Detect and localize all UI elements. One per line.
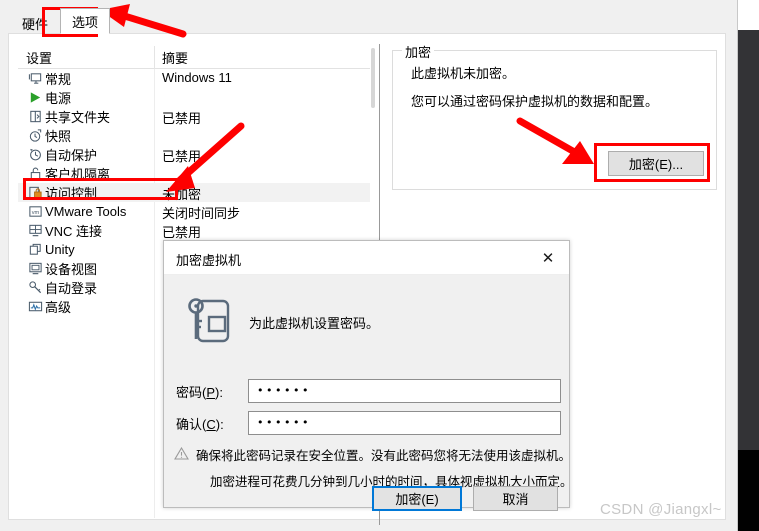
unity-icon: [25, 242, 45, 258]
monitor-icon: [28, 73, 41, 84]
settings-row-label: 快照: [45, 129, 72, 144]
dialog-body: 为此虚拟机设置密码。 密码(P): •••••• 确认(C): •••••• 确…: [164, 275, 573, 511]
screenshot-root: 硬件 选项 设置 摘要 常规 Windows 11 电源 共享文件夹 已禁用 快照 自动保护…: [0, 0, 759, 531]
desktop-dark-strip: [738, 30, 759, 450]
device-view-icon: [28, 262, 42, 275]
settings-row-9[interactable]: VNC 连接 已禁用: [18, 221, 376, 240]
settings-row-8[interactable]: vm VMware Tools 关闭时间同步: [18, 202, 376, 221]
vm-tools-icon: vm: [28, 206, 42, 217]
monitor-icon: [25, 71, 45, 87]
settings-row-7[interactable]: 访问控制 未加密: [18, 183, 376, 202]
settings-row-label: 设备视图: [45, 262, 98, 277]
desktop-black-strip: [738, 450, 759, 531]
settings-row-label: 常规: [45, 72, 72, 87]
warning-line-1: 确保将此密码记录在安全位置。没有此密码您将无法使用该虚拟机。: [196, 449, 572, 463]
settings-row-summary: 已禁用: [162, 111, 202, 126]
advanced-icon: [25, 299, 45, 315]
folder-share-icon: [29, 110, 41, 123]
password-input[interactable]: ••••••: [248, 379, 561, 403]
settings-row-summary: 关闭时间同步: [162, 206, 241, 221]
encryption-description-text: 您可以通过密码保护虚拟机的数据和配置。: [411, 94, 659, 109]
password-label: 密码(P):: [176, 385, 223, 400]
clock-back-icon: [25, 147, 45, 163]
confirm-label: 确认(C):: [176, 417, 224, 432]
auto-login-icon: [25, 280, 45, 296]
tab-hardware[interactable]: 硬件: [10, 11, 61, 34]
settings-tabstrip: 硬件 选项: [10, 8, 111, 34]
settings-row-label: 高级: [45, 300, 72, 315]
dialog-lead-text: 为此虚拟机设置密码。: [249, 316, 380, 331]
encrypt-button[interactable]: 加密(E)...: [608, 151, 704, 176]
confirm-password-input[interactable]: ••••••: [248, 411, 561, 435]
settings-row-3[interactable]: 共享文件夹 已禁用: [18, 107, 376, 126]
encryption-legend: 加密: [402, 42, 435, 61]
access-lock-icon: [28, 186, 42, 199]
settings-row-summary: Windows 11: [162, 70, 232, 85]
dialog-encrypt-button[interactable]: 加密(E): [372, 486, 462, 511]
column-header-settings: 设置: [26, 51, 53, 66]
lock-open-icon: [30, 167, 40, 180]
key-vm-icon: [188, 298, 230, 343]
unity-icon: [29, 243, 41, 255]
settings-row-label: 自动登录: [45, 281, 98, 296]
column-header-summary: 摘要: [162, 51, 189, 66]
warning-triangle-icon: [174, 447, 189, 460]
confirm-field-row: 确认(C): ••••••: [176, 411, 561, 435]
encrypt-vm-dialog: 加密虚拟机 ✕ 为此虚拟机设置密码。 密码(P): •••••• 确认(C): …: [163, 240, 573, 511]
vnc-icon: [25, 223, 45, 239]
close-icon[interactable]: ✕: [527, 241, 569, 274]
vm-tools-icon: vm: [25, 204, 45, 220]
password-field-row: 密码(P): ••••••: [176, 379, 561, 403]
folder-share-icon: [25, 109, 45, 125]
settings-row-summary: 已禁用: [162, 225, 202, 240]
settings-list-header: 设置 摘要: [18, 46, 376, 69]
advanced-icon: [28, 301, 42, 312]
dialog-cancel-button[interactable]: 取消: [473, 486, 558, 511]
tab-options[interactable]: 选项: [60, 8, 111, 34]
csdn-watermark: CSDN @Jiangxl~: [600, 501, 722, 518]
auto-login-icon: [28, 281, 41, 294]
settings-row-label: 自动保护: [45, 148, 98, 163]
settings-row-label: 客户机隔离: [45, 167, 111, 182]
settings-row-label: VMware Tools: [45, 204, 127, 219]
settings-row-5[interactable]: 自动保护 已禁用: [18, 145, 376, 164]
device-view-icon: [25, 261, 45, 277]
play-triangle-icon: [30, 92, 40, 103]
encryption-groupbox: 加密 此虚拟机未加密。 您可以通过密码保护虚拟机的数据和配置。 加密(E)...: [392, 42, 717, 190]
settings-row-6[interactable]: 客户机隔离: [18, 164, 376, 183]
settings-row-label: 访问控制: [45, 186, 98, 201]
settings-row-summary: 已禁用: [162, 149, 202, 164]
dialog-title: 加密虚拟机: [176, 253, 242, 268]
settings-row-label: 电源: [45, 91, 72, 106]
settings-row-label: 共享文件夹: [45, 110, 111, 125]
lock-open-icon: [25, 166, 45, 182]
camera-clock-icon: [25, 128, 45, 144]
clock-back-icon: [29, 148, 41, 161]
settings-row-summary: 未加密: [162, 187, 202, 202]
dialog-titlebar: 加密虚拟机 ✕: [164, 241, 569, 275]
settings-row-label: Unity: [45, 242, 75, 257]
settings-row-label: VNC 连接: [45, 224, 103, 239]
svg-text:vm: vm: [31, 210, 39, 216]
encryption-status-text: 此虚拟机未加密。: [411, 66, 516, 81]
camera-clock-icon: [29, 129, 41, 142]
play-triangle-icon: [25, 90, 45, 106]
settings-row-2[interactable]: 电源: [18, 88, 376, 107]
list-scrollbar-thumb[interactable]: [371, 48, 375, 108]
settings-row-1[interactable]: 常规 Windows 11: [18, 69, 376, 88]
access-lock-icon: [25, 185, 45, 201]
settings-row-4[interactable]: 快照: [18, 126, 376, 145]
vnc-icon: [28, 224, 42, 237]
header-divider: [154, 46, 155, 69]
